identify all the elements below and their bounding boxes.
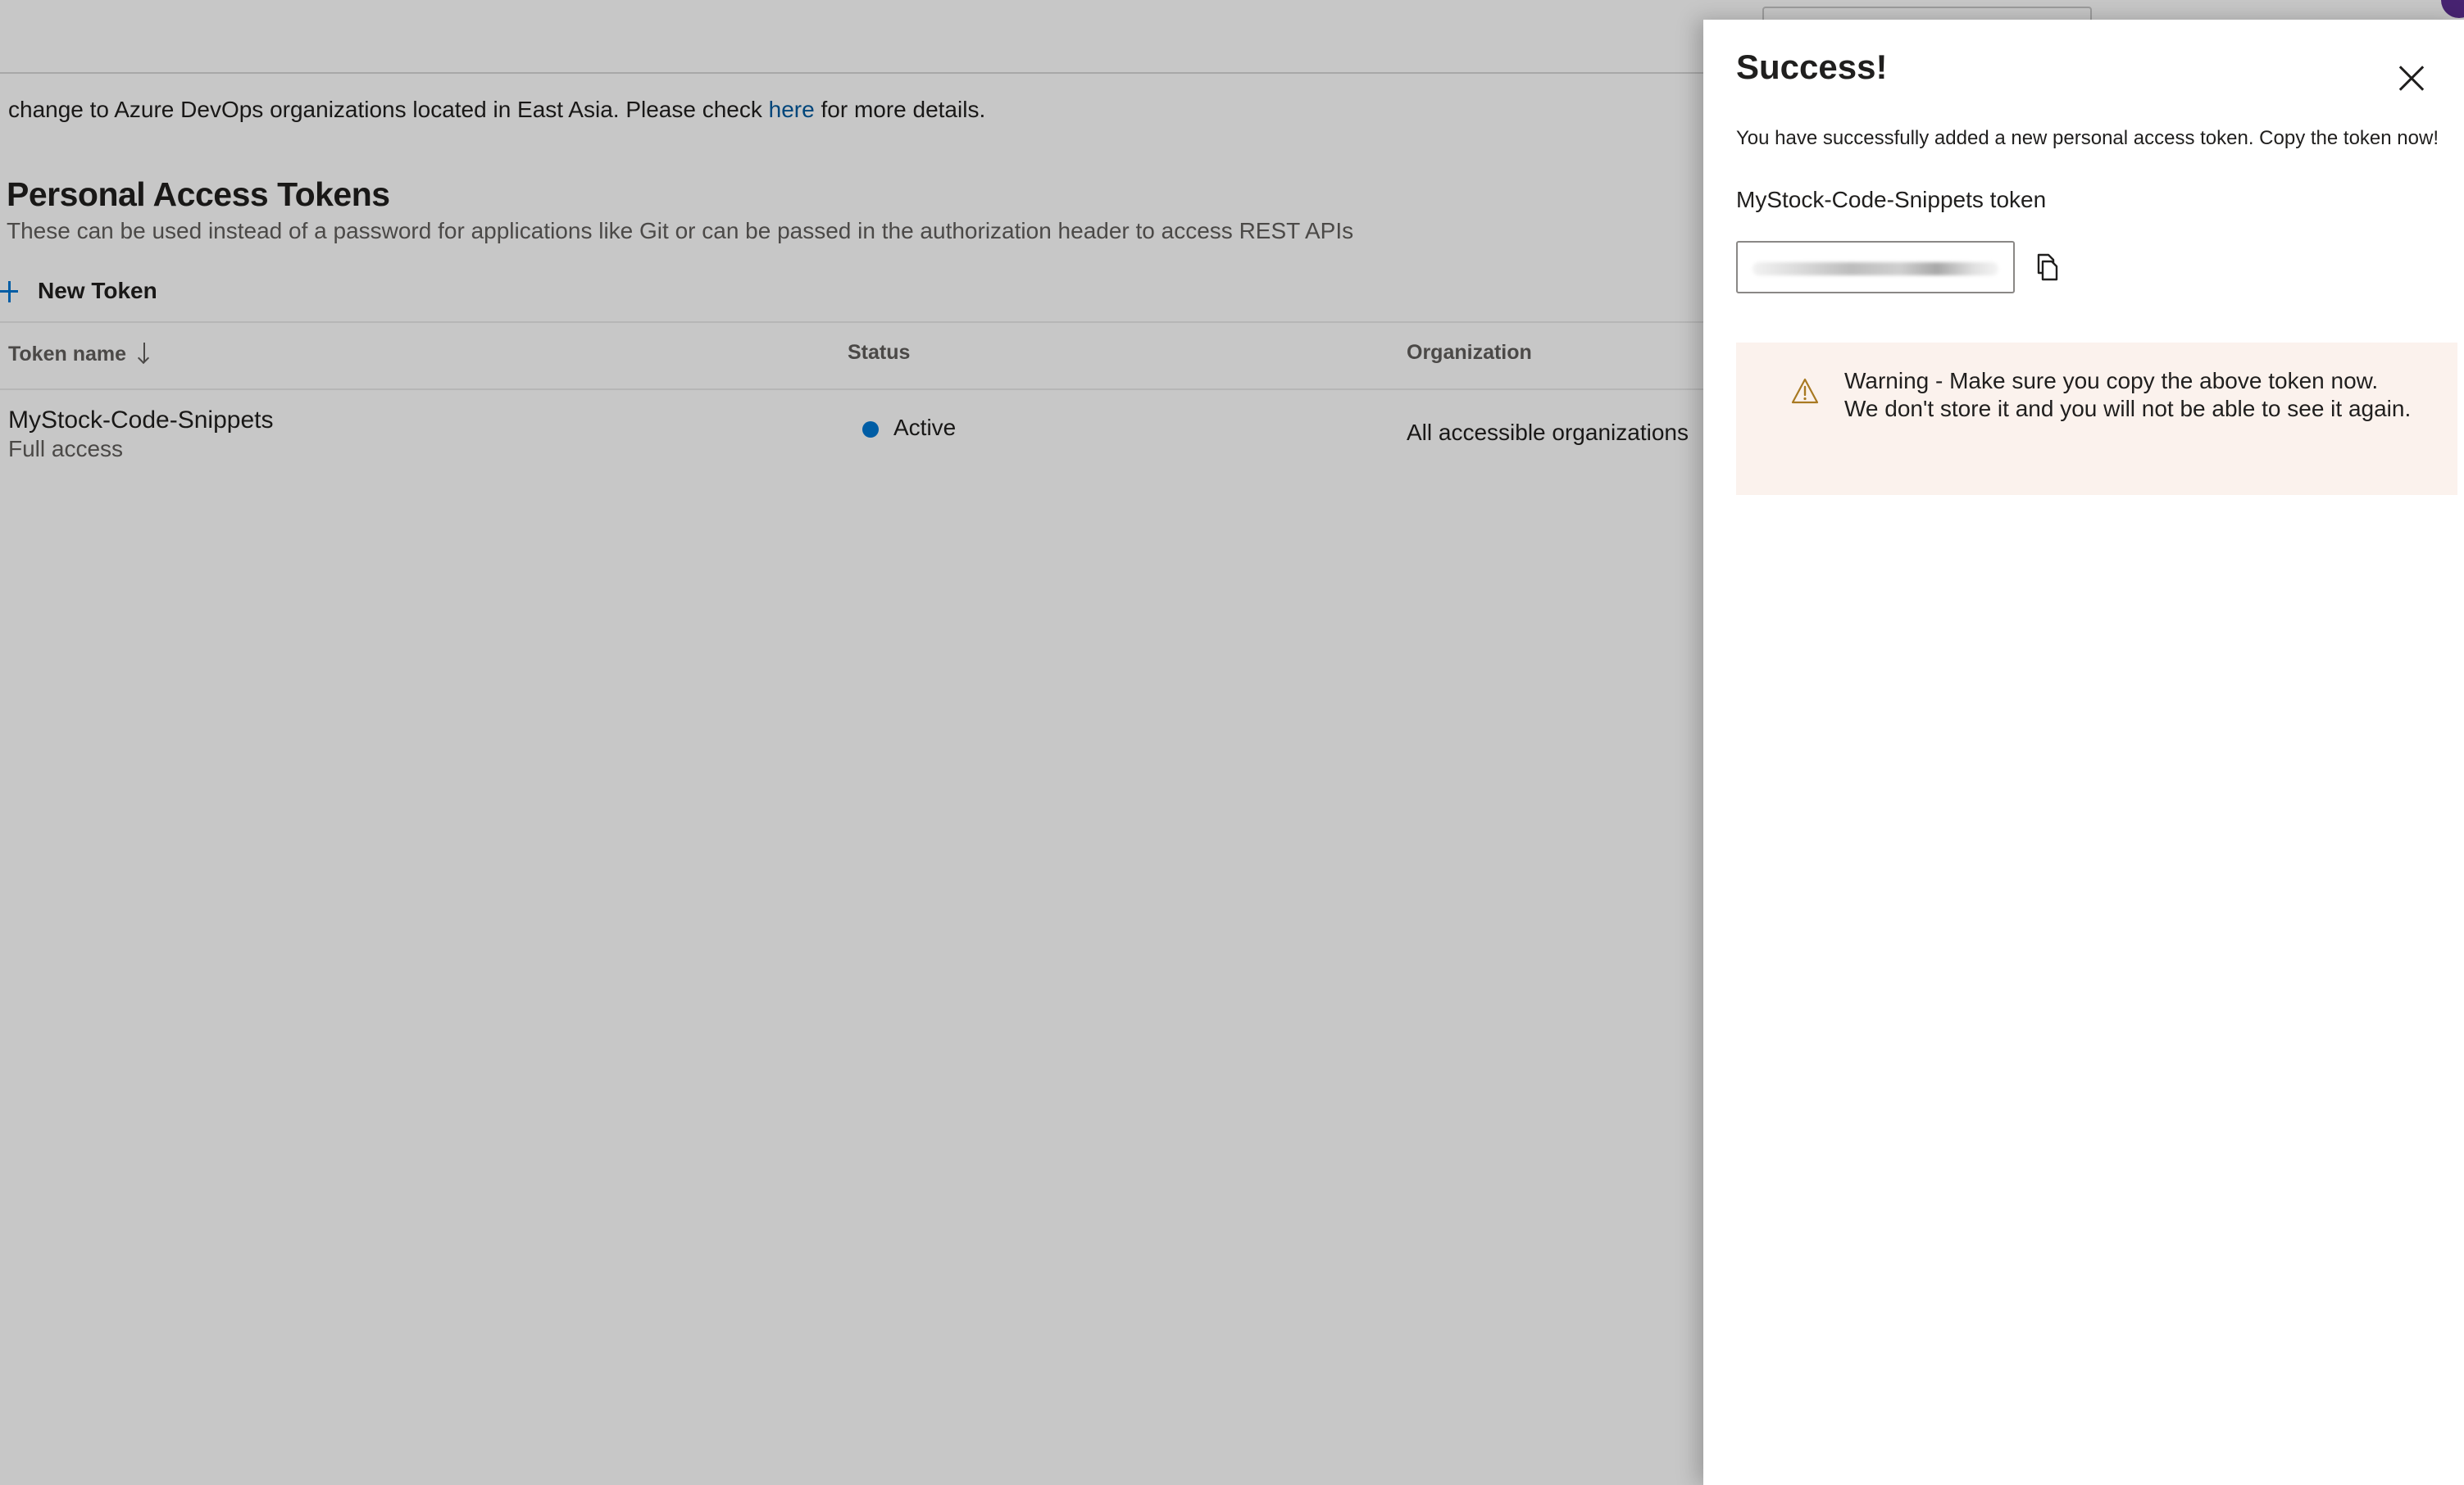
warning-box: Warning - Make sure you copy the above t…	[1736, 343, 2457, 495]
copy-icon	[2037, 253, 2058, 281]
panel-title: Success!	[1736, 48, 1888, 86]
token-label: MyStock-Code-Snippets token	[1736, 187, 2047, 212]
copy-button[interactable]	[2031, 251, 2064, 284]
warning-icon	[1791, 378, 1819, 404]
success-message: You have successfully added a new person…	[1736, 127, 2439, 149]
success-panel: Success! You have successfully added a n…	[1703, 20, 2464, 1485]
close-button[interactable]	[2389, 56, 2434, 102]
warning-text: Warning - Make sure you copy the above t…	[1844, 368, 2412, 421]
token-value-field[interactable]	[1736, 241, 2015, 293]
redacted-token-value	[1753, 262, 1998, 275]
